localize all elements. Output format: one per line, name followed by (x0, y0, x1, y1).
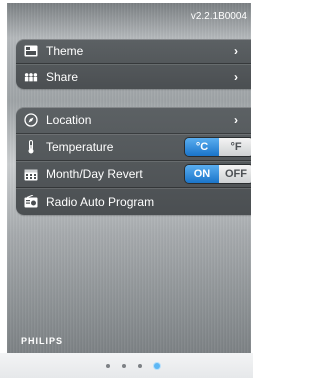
compass-icon (24, 113, 38, 127)
theme-row[interactable]: Theme › (16, 39, 251, 64)
share-chevron-icon: › (234, 69, 238, 84)
location-row[interactable]: Location › (16, 107, 251, 134)
share-row[interactable]: Share › (16, 64, 251, 89)
fahrenheit-option[interactable]: °F (219, 138, 251, 156)
settings-group-general: Theme › Share › (16, 39, 251, 89)
radio-icon (24, 195, 38, 209)
page-dot-active[interactable] (153, 362, 160, 369)
version-label: v2.2.1B0004 (190, 11, 247, 22)
temperature-unit-toggle[interactable]: °C °F (184, 137, 251, 157)
calendar-icon (24, 167, 38, 181)
radio-auto-program-row[interactable]: Radio Auto Program (16, 188, 251, 215)
revert-off-option[interactable]: OFF (219, 165, 251, 183)
temperature-row: Temperature °C °F (16, 134, 251, 161)
theme-icon (24, 44, 38, 58)
revert-on-option[interactable]: ON (185, 165, 219, 183)
page-dot[interactable] (137, 363, 142, 368)
theme-label: Theme (46, 44, 84, 58)
theme-chevron-icon: › (234, 44, 238, 58)
radio-auto-program-label: Radio Auto Program (46, 194, 155, 209)
page-dot[interactable] (105, 363, 110, 368)
brand-logo: PHILIPS (21, 336, 64, 346)
month-day-revert-row: Month/Day Revert ON OFF (16, 161, 251, 188)
location-chevron-icon: › (234, 113, 238, 127)
share-label: Share (46, 69, 79, 84)
page-indicator (0, 353, 253, 378)
celsius-option[interactable]: °C (185, 138, 219, 156)
thermometer-icon (24, 140, 38, 154)
share-icon (24, 70, 38, 84)
page-dot[interactable] (121, 363, 126, 368)
settings-screen: v2.2.1B0004 Theme › Share › Location › T… (7, 3, 251, 353)
settings-group-device: Location › Temperature °C °F Month/Day R… (16, 107, 251, 215)
location-label: Location (46, 113, 92, 127)
month-day-revert-toggle[interactable]: ON OFF (184, 164, 251, 184)
